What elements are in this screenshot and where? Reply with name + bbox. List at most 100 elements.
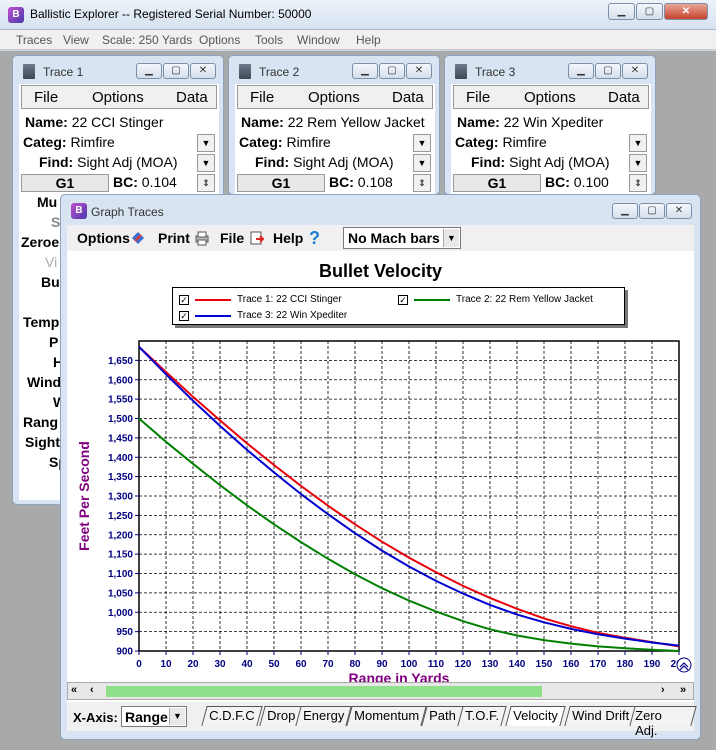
trace-2-menu-options[interactable]: Options	[308, 89, 360, 106]
graph-window-title: Graph Traces	[91, 205, 164, 219]
trace-2-minimize-button[interactable]: ▁	[352, 63, 378, 79]
trace-3-close-button[interactable]: ✕	[622, 63, 648, 79]
legend-checkbox-trace-3[interactable]: ✓	[179, 310, 189, 321]
trace-3-menu-file[interactable]: File	[466, 89, 490, 106]
scroll-left-icon[interactable]: ‹	[90, 684, 94, 696]
trace-3-find-dropdown-icon[interactable]: ▼	[629, 154, 647, 172]
help-question-icon[interactable]: ?	[309, 228, 320, 249]
maximize-button[interactable]: ▢	[636, 3, 663, 20]
trace-1-categ-dropdown-icon[interactable]: ▼	[197, 134, 215, 152]
graph-print-button[interactable]: Print	[158, 230, 190, 246]
legend-item-trace-1[interactable]: ✓ Trace 1: 22 CCI Stinger	[179, 294, 342, 305]
graph-options-button[interactable]: Options	[77, 230, 130, 246]
mach-bars-select[interactable]: No Mach bars ▼	[343, 227, 461, 249]
trace-2-find-dropdown-icon[interactable]: ▼	[413, 154, 431, 172]
legend-checkbox-trace-1[interactable]: ✓	[179, 294, 189, 305]
find-label: Find:	[255, 154, 290, 170]
close-button[interactable]: ✕	[664, 3, 708, 20]
app-title: Ballistic Explorer -- Registered Serial …	[30, 7, 312, 21]
menu-help[interactable]: Help	[356, 33, 381, 47]
trace-1-bc[interactable]: 0.104	[142, 174, 177, 190]
partial-label-zeroe: Zeroe	[21, 234, 60, 250]
trace-3-menu-data[interactable]: Data	[608, 89, 640, 106]
trace-2-find[interactable]: Sight Adj (MOA)	[293, 154, 393, 170]
trace-3-g1-button[interactable]: G1	[453, 174, 541, 192]
trace-1-menu-data[interactable]: Data	[176, 89, 208, 106]
tab-momentum[interactable]: Momentum	[346, 706, 427, 726]
trace-1-close-button[interactable]: ✕	[190, 63, 216, 79]
trace-1-find-dropdown-icon[interactable]: ▼	[197, 154, 215, 172]
app-titlebar: B Ballistic Explorer -- Registered Seria…	[0, 0, 716, 30]
tab-cdfc[interactable]: C.D.F.C	[201, 706, 263, 726]
x-axis-select[interactable]: Range ▼	[121, 706, 187, 727]
tab-tof-label: T.O.F.	[465, 708, 500, 723]
trace-2-menu-file[interactable]: File	[250, 89, 274, 106]
scroll-first-icon[interactable]: «	[71, 684, 77, 696]
trace-1-menu-file[interactable]: File	[34, 89, 58, 106]
trace-2-categ-dropdown-icon[interactable]: ▼	[413, 134, 431, 152]
trace-2-bc[interactable]: 0.108	[358, 174, 393, 190]
chevron-down-icon[interactable]: ▼	[169, 708, 185, 725]
menu-tools[interactable]: Tools	[255, 33, 283, 47]
trace-1-g1-button[interactable]: G1	[21, 174, 109, 192]
trace-1-minimize-button[interactable]: ▁	[136, 63, 162, 79]
x-tick-label: 100	[401, 659, 418, 670]
trace-1-name[interactable]: 22 CCI Stinger	[72, 114, 164, 130]
tab-zero-adj[interactable]: Zero Adj.	[629, 706, 697, 738]
trace-1-bc-spin-icon[interactable]: ⇕	[197, 174, 215, 192]
chart-horizontal-scrollbar[interactable]: « ‹ › »	[67, 682, 694, 700]
trace-3-find[interactable]: Sight Adj (MOA)	[509, 154, 609, 170]
graph-maximize-button[interactable]: ▢	[639, 203, 665, 219]
trace-3-maximize-button[interactable]: ▢	[595, 63, 621, 79]
trace-3-minimize-button[interactable]: ▁	[568, 63, 594, 79]
trace-3-name[interactable]: 22 Win Xpediter	[504, 114, 604, 130]
menu-options[interactable]: Options	[199, 33, 240, 47]
trace-3-bc[interactable]: 0.100	[574, 174, 609, 190]
legend-swatch-trace-3	[195, 314, 231, 317]
trace-1-find[interactable]: Sight Adj (MOA)	[77, 154, 177, 170]
scroll-right-icon[interactable]: ›	[661, 684, 665, 696]
trace-2-name[interactable]: 22 Rem Yellow Jacket	[288, 114, 425, 130]
scroll-last-icon[interactable]: »	[680, 684, 686, 696]
trace-3-categ[interactable]: Rimfire	[502, 134, 546, 150]
legend-item-trace-3[interactable]: ✓ Trace 3: 22 Win Xpediter	[179, 310, 347, 321]
menu-window[interactable]: Window	[297, 33, 340, 47]
trace-2-bc-spin-icon[interactable]: ⇕	[413, 174, 431, 192]
graph-minimize-button[interactable]: ▁	[612, 203, 638, 219]
legend-checkbox-trace-2[interactable]: ✓	[398, 294, 408, 305]
graph-file-button[interactable]: File	[220, 230, 244, 246]
trace-2-menu-data[interactable]: Data	[392, 89, 424, 106]
tab-wind-drift[interactable]: Wind Drift	[564, 706, 637, 726]
trace-3-bc-spin-icon[interactable]: ⇕	[629, 174, 647, 192]
x-axis-label-text: X-Axis:	[73, 710, 118, 725]
file-export-icon[interactable]	[249, 230, 265, 246]
trace-1-categ[interactable]: Rimfire	[70, 134, 114, 150]
minimize-button[interactable]: ▁	[608, 3, 635, 20]
trace-3-menu-options[interactable]: Options	[524, 89, 576, 106]
options-icon[interactable]	[130, 230, 146, 246]
legend-item-trace-2[interactable]: ✓ Trace 2: 22 Rem Yellow Jacket	[398, 294, 593, 305]
x-tick-label: 0	[136, 659, 142, 670]
trace-2-maximize-button[interactable]: ▢	[379, 63, 405, 79]
trace-2-categ[interactable]: Rimfire	[286, 134, 330, 150]
printer-icon[interactable]	[194, 230, 210, 246]
graph-help-button[interactable]: Help	[273, 230, 303, 246]
tab-velocity[interactable]: Velocity	[505, 706, 566, 726]
scrollbar-thumb[interactable]	[106, 686, 542, 697]
tab-energy[interactable]: Energy	[295, 706, 352, 726]
trace-2-close-button[interactable]: ✕	[406, 63, 432, 79]
menu-traces[interactable]: Traces	[16, 33, 52, 47]
x-axis-select-value: Range	[125, 709, 168, 725]
trace-1-maximize-button[interactable]: ▢	[163, 63, 189, 79]
tab-tof[interactable]: T.O.F.	[457, 706, 507, 726]
menu-scale[interactable]: Scale: 250 Yards	[102, 33, 192, 47]
scroll-top-icon[interactable]	[676, 657, 692, 673]
trace-3-categ-dropdown-icon[interactable]: ▼	[629, 134, 647, 152]
menu-view[interactable]: View	[63, 33, 89, 47]
bc-label: BC:	[113, 174, 138, 190]
graph-close-button[interactable]: ✕	[666, 203, 692, 219]
y-tick-label: 1,600	[108, 375, 133, 386]
trace-1-menu-options[interactable]: Options	[92, 89, 144, 106]
trace-2-g1-button[interactable]: G1	[237, 174, 325, 192]
chevron-down-icon[interactable]: ▼	[443, 229, 459, 247]
